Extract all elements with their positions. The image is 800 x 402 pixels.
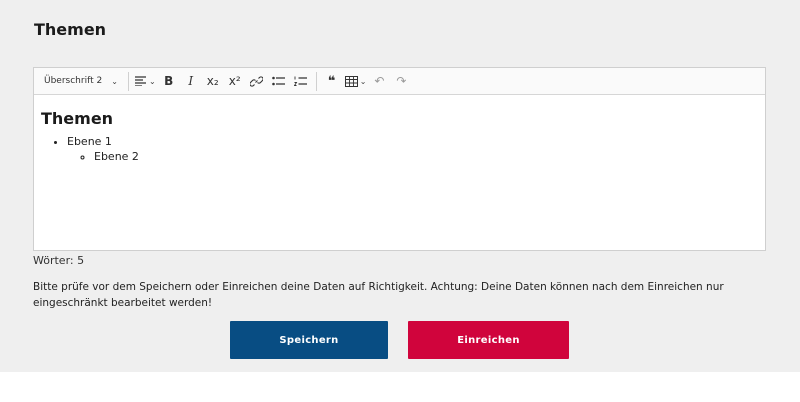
- subscript-icon: x₂: [206, 74, 219, 88]
- link-icon: [250, 75, 264, 88]
- bold-icon: B: [164, 74, 174, 88]
- bulleted-list-button[interactable]: [268, 70, 290, 92]
- submit-button[interactable]: Einreichen: [408, 321, 569, 359]
- align-button[interactable]: ⌄: [133, 70, 158, 92]
- editor-toolbar: Überschrift 2 ⌄ ⌄ B I x₂ x² ❝ ⌄ ↶ ↷: [34, 68, 765, 95]
- table-button[interactable]: ⌄: [343, 70, 369, 92]
- italic-button[interactable]: I: [180, 70, 202, 92]
- link-button[interactable]: [246, 70, 268, 92]
- chevron-down-icon: ⌄: [111, 76, 118, 86]
- notice-text: Bitte prüfe vor dem Speichern oder Einre…: [33, 281, 724, 309]
- redo-button[interactable]: ↷: [390, 70, 412, 92]
- bulleted-list-icon: [272, 76, 286, 86]
- form-panel: Themen Überschrift 2 ⌄ ⌄ B I x₂ x² ❝ ⌄ ↶…: [0, 0, 800, 372]
- subscript-button[interactable]: x₂: [202, 70, 224, 92]
- list-item: Ebene 2: [94, 149, 765, 164]
- rich-text-editor[interactable]: Überschrift 2 ⌄ ⌄ B I x₂ x² ❝ ⌄ ↶ ↷ Them…: [33, 67, 766, 251]
- blockquote-button[interactable]: ❝: [321, 70, 343, 92]
- list-item: Ebene 1 Ebene 2: [67, 134, 765, 164]
- italic-icon: I: [188, 74, 194, 88]
- list-item-text: Ebene 1: [67, 135, 112, 148]
- undo-button[interactable]: ↶: [368, 70, 390, 92]
- chevron-down-icon: ⌄: [359, 76, 367, 86]
- align-icon: [135, 76, 147, 86]
- table-icon: [344, 75, 358, 87]
- toolbar-divider: [315, 71, 317, 91]
- numbered-list-button[interactable]: [290, 70, 312, 92]
- list-item-text: Ebene 2: [94, 150, 139, 163]
- bullet-list: Ebene 1 Ebene 2: [41, 134, 765, 164]
- section-title: Themen: [34, 20, 107, 39]
- toolbar-divider: [128, 71, 129, 91]
- bold-button[interactable]: B: [158, 70, 180, 92]
- heading-select[interactable]: Überschrift 2 ⌄: [40, 70, 124, 93]
- nested-bullet-list: Ebene 2: [67, 149, 765, 164]
- word-count: Wörter: 5: [33, 254, 85, 267]
- editor-content[interactable]: Themen Ebene 1 Ebene 2: [34, 95, 765, 164]
- blockquote-icon: ❝: [327, 73, 336, 89]
- undo-icon: ↶: [374, 74, 385, 88]
- save-button[interactable]: Speichern: [230, 321, 388, 359]
- heading-select-value: Überschrift 2: [44, 76, 103, 86]
- superscript-button[interactable]: x²: [224, 70, 246, 92]
- content-heading: Themen: [41, 109, 114, 128]
- numbered-list-icon: [294, 76, 308, 87]
- redo-icon: ↷: [396, 74, 407, 88]
- chevron-down-icon: ⌄: [149, 76, 156, 86]
- superscript-icon: x²: [228, 74, 241, 88]
